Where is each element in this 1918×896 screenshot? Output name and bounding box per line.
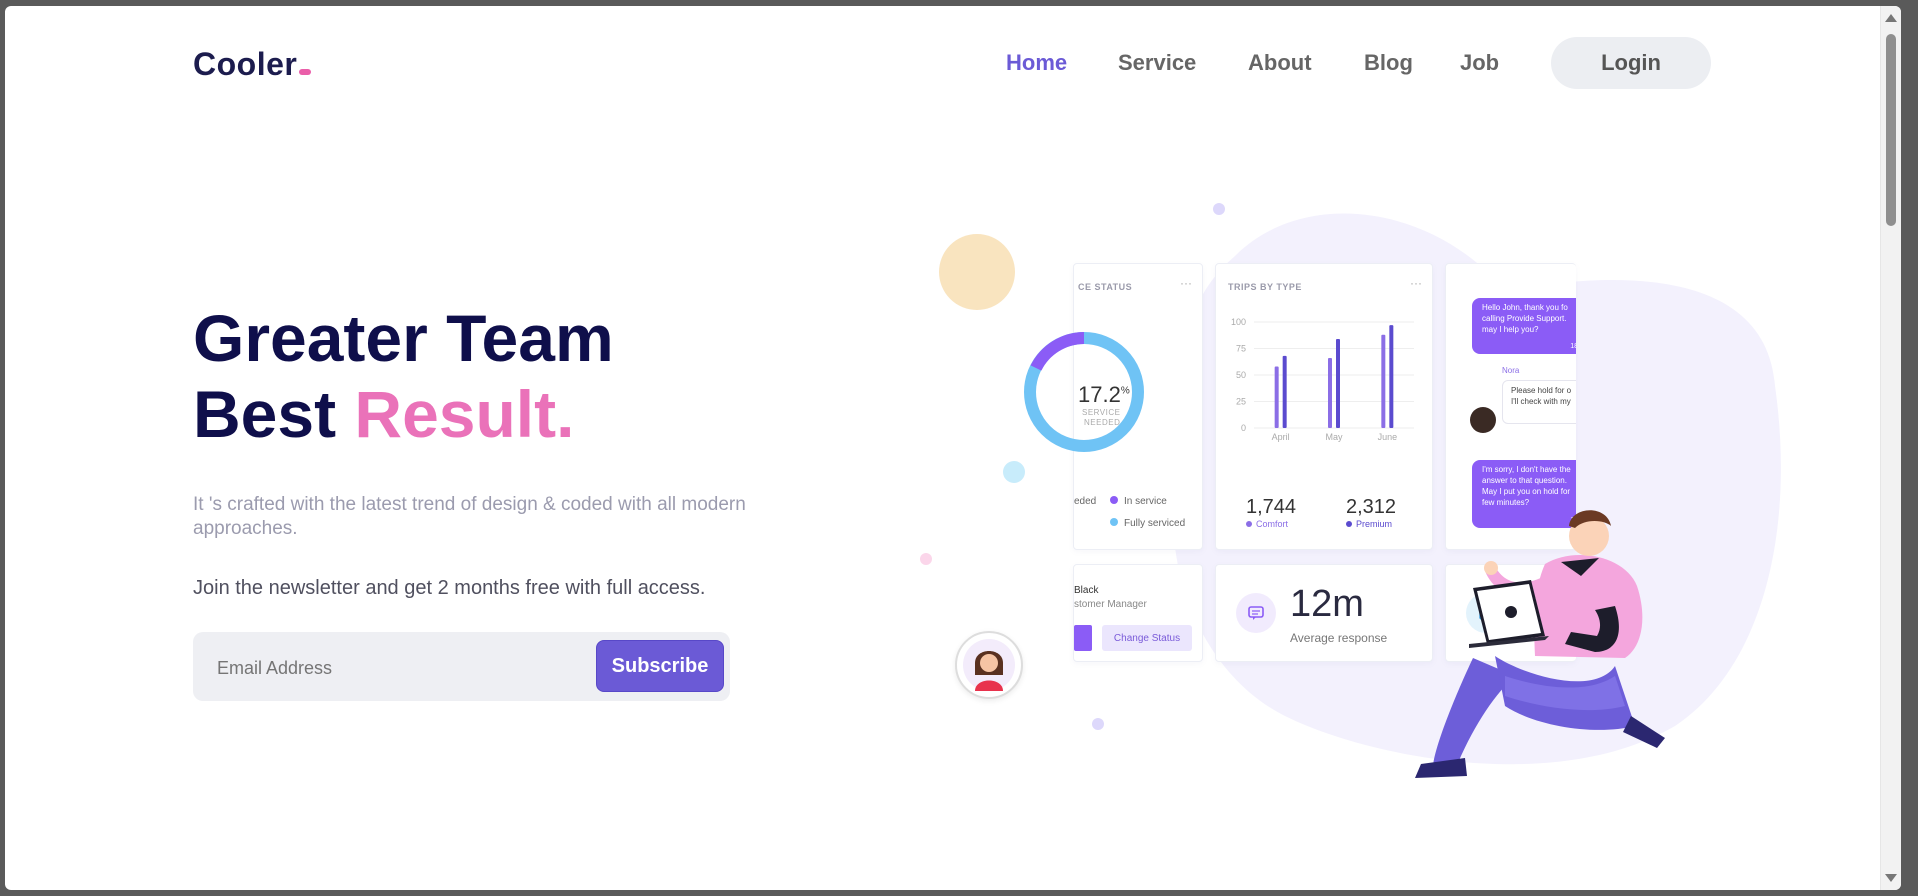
hero-title-highlight: Result.: [354, 377, 575, 451]
chat-line: may I help you?: [1482, 325, 1539, 334]
service-percent-value: 17.2: [1078, 382, 1121, 407]
stat-comfort-label-text: Comfort: [1256, 519, 1289, 529]
manager-name: Black: [1074, 585, 1099, 596]
x-tick-label: May: [1325, 432, 1343, 442]
trips-bar-chart: 100 75 50 25 0 April May June: [1231, 317, 1414, 442]
service-caption-1: SERVICE: [1082, 408, 1121, 417]
stat-comfort-value: 1,744: [1246, 496, 1297, 518]
brand-logo[interactable]: Cooler: [193, 46, 312, 83]
scroll-up-icon[interactable]: [1885, 14, 1897, 22]
legend-fully-serviced: Fully serviced: [1110, 518, 1185, 529]
y-tick-label: 50: [1236, 370, 1246, 380]
bar: [1389, 325, 1394, 428]
stat-comfort: 1,744 Comfort: [1246, 496, 1296, 529]
bar: [1381, 334, 1386, 428]
hero-subtitle: It 's crafted with the latest trend of d…: [193, 494, 746, 539]
hero-title-line1: Greater Team: [193, 301, 614, 375]
scroll-thumb[interactable]: [1886, 34, 1896, 226]
chat-time: 18: [1570, 343, 1576, 350]
hero-title: Greater Team Best Result.: [193, 300, 614, 452]
brand-name: Cooler: [193, 46, 298, 82]
nav-home[interactable]: Home: [1006, 50, 1067, 76]
chat-reply-bubble: Please hold for o I'll check with my: [1502, 380, 1576, 424]
x-tick-label: June: [1378, 432, 1398, 442]
user-avatar: [955, 631, 1023, 699]
legend-needed: eded: [1074, 496, 1097, 507]
manager-card: Black stomer Manager Change Status: [1073, 564, 1203, 662]
newsletter-note: Join the newsletter and get 2 months fre…: [193, 577, 706, 599]
x-tick-label: April: [1272, 432, 1290, 442]
service-caption-2: NEEDED: [1084, 418, 1121, 427]
y-tick-label: 100: [1231, 317, 1246, 327]
bar: [1274, 366, 1279, 428]
legend-in-service-label: In service: [1124, 496, 1167, 507]
bar: [1282, 355, 1287, 428]
y-tick-label: 25: [1236, 397, 1246, 407]
hero-illustration: CE STATUS ··· 17.2% SERVICE NEEDED eded …: [905, 196, 1795, 796]
stat-comfort-label: Comfort: [1246, 519, 1296, 529]
y-tick-label: 75: [1236, 344, 1246, 354]
service-status-title: CE STATUS: [1078, 282, 1133, 292]
bar: [1328, 358, 1332, 428]
login-button[interactable]: Login: [1551, 37, 1711, 89]
chat-line: Hello John, thank you fo: [1482, 303, 1568, 312]
card-menu-icon[interactable]: ···: [1180, 276, 1192, 290]
chat-bubble-incoming: Hello John, thank you fo calling Provide…: [1472, 298, 1576, 354]
nav-blog[interactable]: Blog: [1364, 50, 1413, 76]
email-input[interactable]: [215, 652, 569, 684]
scroll-down-icon[interactable]: [1885, 874, 1897, 882]
man-with-laptop-illustration: [1415, 510, 1665, 778]
card-menu-icon[interactable]: ···: [1410, 276, 1422, 290]
bar: [1336, 338, 1340, 428]
nav-about[interactable]: About: [1248, 50, 1312, 76]
y-tick-label: 0: [1241, 423, 1246, 433]
manager-role: stomer Manager: [1074, 599, 1147, 610]
service-percent: 17.2%: [1078, 382, 1130, 408]
subscribe-button[interactable]: Subscribe: [596, 640, 724, 692]
service-status-card: CE STATUS ··· 17.2% SERVICE NEEDED eded …: [1024, 263, 1203, 550]
legend-in-service: In service: [1110, 496, 1167, 507]
chat-line: calling Provide Support.: [1482, 314, 1567, 323]
change-status-button[interactable]: Change Status: [1102, 625, 1192, 651]
chat-agent-avatar: [1470, 407, 1496, 433]
browser-window: Cooler Home Service About Blog Job Login…: [5, 6, 1901, 890]
response-label: Average response: [1290, 631, 1388, 645]
logo-accent-dot: [299, 69, 312, 75]
trips-title: TRIPS BY TYPE: [1228, 282, 1302, 292]
message-icon: [1236, 593, 1276, 633]
nav-service[interactable]: Service: [1118, 50, 1196, 76]
response-value: 12m: [1290, 583, 1364, 625]
legend-fully-serviced-label: Fully serviced: [1124, 518, 1186, 529]
service-percent-unit: %: [1120, 385, 1130, 397]
chat-line: Please hold for o: [1511, 386, 1572, 395]
page-scrollbar[interactable]: [1880, 6, 1901, 890]
nav-job[interactable]: Job: [1460, 50, 1499, 76]
chat-agent-name: Nora: [1502, 366, 1520, 375]
chat-line: I'll check with my: [1511, 397, 1571, 406]
newsletter-form: Subscribe: [193, 632, 730, 701]
chat-line: I'm sorry, I don't have the: [1482, 465, 1571, 474]
status-swatch: [1074, 625, 1092, 651]
hero-title-line2-a: Best: [193, 377, 337, 451]
